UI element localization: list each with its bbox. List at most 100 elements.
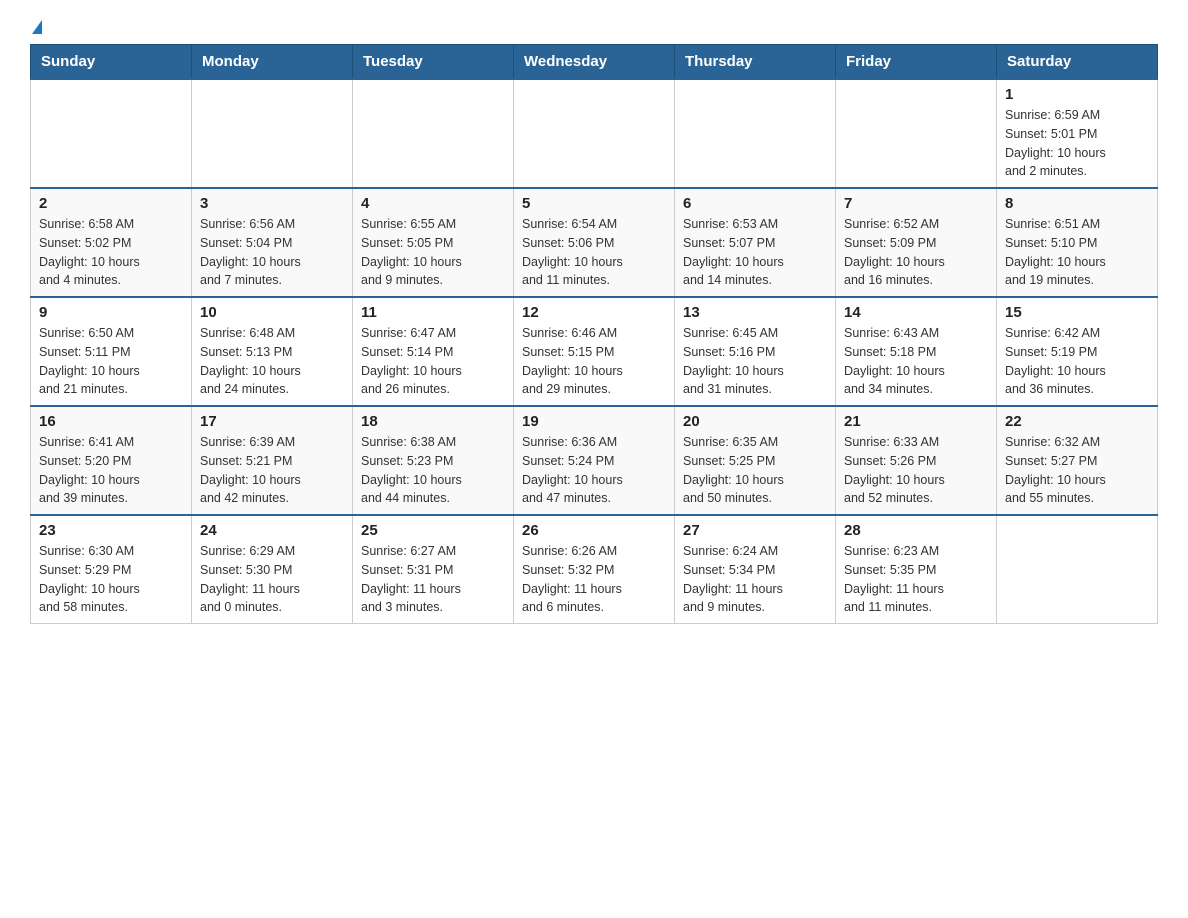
- day-number: 22: [1005, 413, 1149, 430]
- day-number: 14: [844, 304, 988, 321]
- calendar-cell: [353, 79, 514, 188]
- calendar-cell: 28 Sunrise: 6:23 AM Sunset: 5:35 PM Dayli…: [836, 515, 997, 624]
- day-info: Sunrise: 6:36 AM Sunset: 5:24 PM Dayligh…: [522, 433, 666, 508]
- day-info: Sunrise: 6:29 AM Sunset: 5:30 PM Dayligh…: [200, 542, 344, 617]
- calendar-cell: 25Sunrise: 6:27 AM Sunset: 5:31 PM Dayli…: [353, 515, 514, 624]
- day-number: 16: [39, 413, 183, 430]
- calendar-cell: [192, 79, 353, 188]
- calendar-cell: 11 Sunrise: 6:47 AM Sunset: 5:14 PM Dayli…: [353, 297, 514, 406]
- calendar-cell: 3 Sunrise: 6:56 AM Sunset: 5:04 PM Daylig…: [192, 188, 353, 297]
- day-info: Sunrise: 6:35 AM Sunset: 5:25 PM Dayligh…: [683, 433, 827, 508]
- weekday-header-friday: Friday: [836, 45, 997, 80]
- day-number: 4: [361, 195, 505, 212]
- weekday-header-thursday: Thursday: [675, 45, 836, 80]
- calendar-cell: 19 Sunrise: 6:36 AM Sunset: 5:24 PM Dayli…: [514, 406, 675, 515]
- day-info: Sunrise: 6:38 AM Sunset: 5:23 PM Dayligh…: [361, 433, 505, 508]
- calendar-cell: 12 Sunrise: 6:46 AM Sunset: 5:15 PM Dayli…: [514, 297, 675, 406]
- calendar-cell: 20 Sunrise: 6:35 AM Sunset: 5:25 PM Dayli…: [675, 406, 836, 515]
- calendar-week-row-5: 23Sunrise: 6:30 AM Sunset: 5:29 PM Dayli…: [31, 515, 1158, 624]
- day-number: 18: [361, 413, 505, 430]
- day-info: Sunrise: 6:23 AM Sunset: 5:35 PM Dayligh…: [844, 542, 988, 617]
- day-info: Sunrise: 6:55 AM Sunset: 5:05 PM Dayligh…: [361, 215, 505, 290]
- day-info: Sunrise: 6:26 AM Sunset: 5:32 PM Dayligh…: [522, 542, 666, 617]
- calendar-cell: 17 Sunrise: 6:39 AM Sunset: 5:21 PM Dayli…: [192, 406, 353, 515]
- weekday-header-saturday: Saturday: [997, 45, 1158, 80]
- day-info: Sunrise: 6:52 AM Sunset: 5:09 PM Dayligh…: [844, 215, 988, 290]
- calendar-cell: 27 Sunrise: 6:24 AM Sunset: 5:34 PM Dayli…: [675, 515, 836, 624]
- weekday-header-tuesday: Tuesday: [353, 45, 514, 80]
- calendar-cell: 22 Sunrise: 6:32 AM Sunset: 5:27 PM Dayli…: [997, 406, 1158, 515]
- calendar-week-row-3: 9Sunrise: 6:50 AM Sunset: 5:11 PM Daylig…: [31, 297, 1158, 406]
- day-number: 13: [683, 304, 827, 321]
- day-info: Sunrise: 6:45 AM Sunset: 5:16 PM Dayligh…: [683, 324, 827, 399]
- day-number: 24: [200, 522, 344, 539]
- day-info: Sunrise: 6:59 AM Sunset: 5:01 PM Dayligh…: [1005, 106, 1149, 181]
- day-number: 1: [1005, 86, 1149, 103]
- calendar-cell: [514, 79, 675, 188]
- calendar-week-row-1: 1 Sunrise: 6:59 AM Sunset: 5:01 PM Daylig…: [31, 79, 1158, 188]
- day-info: Sunrise: 6:42 AM Sunset: 5:19 PM Dayligh…: [1005, 324, 1149, 399]
- calendar-cell: 13 Sunrise: 6:45 AM Sunset: 5:16 PM Dayli…: [675, 297, 836, 406]
- day-info: Sunrise: 6:24 AM Sunset: 5:34 PM Dayligh…: [683, 542, 827, 617]
- day-info: Sunrise: 6:47 AM Sunset: 5:14 PM Dayligh…: [361, 324, 505, 399]
- day-number: 3: [200, 195, 344, 212]
- day-number: 9: [39, 304, 183, 321]
- day-info: Sunrise: 6:51 AM Sunset: 5:10 PM Dayligh…: [1005, 215, 1149, 290]
- day-info: Sunrise: 6:32 AM Sunset: 5:27 PM Dayligh…: [1005, 433, 1149, 508]
- day-number: 27: [683, 522, 827, 539]
- calendar-cell: 24 Sunrise: 6:29 AM Sunset: 5:30 PM Dayli…: [192, 515, 353, 624]
- calendar-cell: 16 Sunrise: 6:41 AM Sunset: 5:20 PM Dayli…: [31, 406, 192, 515]
- calendar-cell: [31, 79, 192, 188]
- calendar-cell: 21 Sunrise: 6:33 AM Sunset: 5:26 PM Dayli…: [836, 406, 997, 515]
- logo-triangle-icon: [32, 20, 42, 34]
- day-number: 19: [522, 413, 666, 430]
- calendar-cell: 5Sunrise: 6:54 AM Sunset: 5:06 PM Daylig…: [514, 188, 675, 297]
- calendar-cell: 9Sunrise: 6:50 AM Sunset: 5:11 PM Daylig…: [31, 297, 192, 406]
- calendar-cell: [675, 79, 836, 188]
- calendar-week-row-4: 16 Sunrise: 6:41 AM Sunset: 5:20 PM Dayli…: [31, 406, 1158, 515]
- weekday-header-wednesday: Wednesday: [514, 45, 675, 80]
- calendar-week-row-2: 2 Sunrise: 6:58 AM Sunset: 5:02 PM Daylig…: [31, 188, 1158, 297]
- calendar-cell: 4 Sunrise: 6:55 AM Sunset: 5:05 PM Daylig…: [353, 188, 514, 297]
- day-number: 26: [522, 522, 666, 539]
- day-number: 20: [683, 413, 827, 430]
- day-info: Sunrise: 6:43 AM Sunset: 5:18 PM Dayligh…: [844, 324, 988, 399]
- day-info: Sunrise: 6:48 AM Sunset: 5:13 PM Dayligh…: [200, 324, 344, 399]
- day-info: Sunrise: 6:33 AM Sunset: 5:26 PM Dayligh…: [844, 433, 988, 508]
- calendar-cell: 23Sunrise: 6:30 AM Sunset: 5:29 PM Dayli…: [31, 515, 192, 624]
- calendar-table: SundayMondayTuesdayWednesdayThursdayFrid…: [30, 44, 1158, 624]
- day-number: 17: [200, 413, 344, 430]
- day-number: 12: [522, 304, 666, 321]
- day-info: Sunrise: 6:46 AM Sunset: 5:15 PM Dayligh…: [522, 324, 666, 399]
- calendar-cell: 10 Sunrise: 6:48 AM Sunset: 5:13 PM Dayli…: [192, 297, 353, 406]
- day-info: Sunrise: 6:30 AM Sunset: 5:29 PM Dayligh…: [39, 542, 183, 617]
- day-info: Sunrise: 6:41 AM Sunset: 5:20 PM Dayligh…: [39, 433, 183, 508]
- calendar-cell: 1 Sunrise: 6:59 AM Sunset: 5:01 PM Daylig…: [997, 79, 1158, 188]
- calendar-cell: 2 Sunrise: 6:58 AM Sunset: 5:02 PM Daylig…: [31, 188, 192, 297]
- day-info: Sunrise: 6:58 AM Sunset: 5:02 PM Dayligh…: [39, 215, 183, 290]
- calendar-cell: 14 Sunrise: 6:43 AM Sunset: 5:18 PM Dayli…: [836, 297, 997, 406]
- day-info: Sunrise: 6:56 AM Sunset: 5:04 PM Dayligh…: [200, 215, 344, 290]
- page-header: [30, 20, 1158, 34]
- day-number: 8: [1005, 195, 1149, 212]
- day-number: 11: [361, 304, 505, 321]
- day-number: 6: [683, 195, 827, 212]
- day-number: 7: [844, 195, 988, 212]
- day-number: 2: [39, 195, 183, 212]
- day-number: 21: [844, 413, 988, 430]
- calendar-cell: 8 Sunrise: 6:51 AM Sunset: 5:10 PM Daylig…: [997, 188, 1158, 297]
- day-number: 25: [361, 522, 505, 539]
- calendar-cell: 18 Sunrise: 6:38 AM Sunset: 5:23 PM Dayli…: [353, 406, 514, 515]
- day-number: 10: [200, 304, 344, 321]
- calendar-cell: [836, 79, 997, 188]
- calendar-header-row: SundayMondayTuesdayWednesdayThursdayFrid…: [31, 45, 1158, 80]
- calendar-cell: 6Sunrise: 6:53 AM Sunset: 5:07 PM Daylig…: [675, 188, 836, 297]
- day-number: 15: [1005, 304, 1149, 321]
- day-number: 28: [844, 522, 988, 539]
- calendar-cell: 7 Sunrise: 6:52 AM Sunset: 5:09 PM Daylig…: [836, 188, 997, 297]
- day-info: Sunrise: 6:39 AM Sunset: 5:21 PM Dayligh…: [200, 433, 344, 508]
- day-number: 5: [522, 195, 666, 212]
- calendar-cell: 15 Sunrise: 6:42 AM Sunset: 5:19 PM Dayli…: [997, 297, 1158, 406]
- weekday-header-monday: Monday: [192, 45, 353, 80]
- weekday-header-sunday: Sunday: [31, 45, 192, 80]
